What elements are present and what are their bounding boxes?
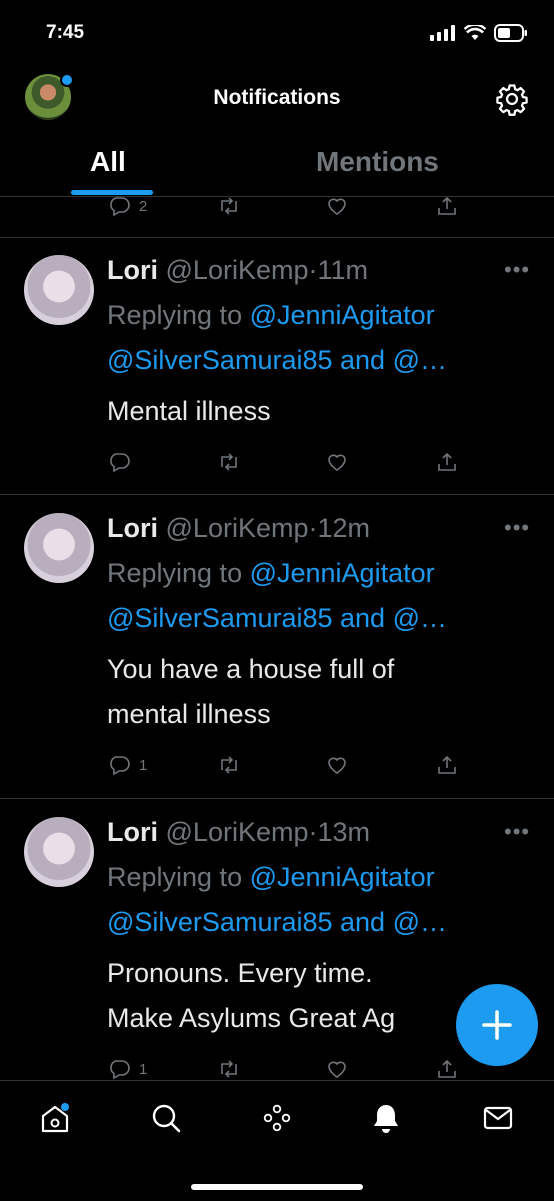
author-name[interactable]: Lori <box>107 255 158 285</box>
replying-to-more: @SilverSamurai85 and @… <box>107 345 447 376</box>
share-icon <box>438 755 456 774</box>
avatar[interactable] <box>24 255 94 325</box>
replying-to-more: @SilverSamurai85 and @… <box>107 907 447 938</box>
like-action[interactable] <box>325 753 349 777</box>
mention-link[interactable]: @SilverSamurai85 <box>107 603 333 633</box>
page-title: Notifications <box>213 86 341 109</box>
tweet-time: 11m <box>317 255 369 285</box>
search-icon[interactable] <box>146 1098 186 1138</box>
tweet-header: Lori @LoriKemp·13m <box>107 817 370 848</box>
author-handle[interactable]: @LoriKemp <box>166 817 309 847</box>
retweet-icon <box>221 197 237 215</box>
tweet-text: Mental illness <box>107 396 271 426</box>
compose-button[interactable] <box>456 984 538 1066</box>
author-handle[interactable]: @LoriKemp <box>166 513 309 543</box>
tweet-time: 12m <box>317 513 371 543</box>
replying-prefix: Replying to <box>107 862 250 892</box>
reply-count: 1 <box>139 1060 148 1078</box>
reply-icon <box>110 453 130 473</box>
tweet-text-line-2: Make Asylums Great Ag <box>107 1003 396 1033</box>
battery-icon <box>494 24 527 42</box>
retweet-action[interactable] <box>217 194 241 218</box>
wifi-icon <box>464 25 486 40</box>
retweet-action[interactable] <box>217 450 241 474</box>
mention-link[interactable]: @JenniAgitator <box>250 862 435 892</box>
like-icon <box>328 198 346 215</box>
like-icon <box>328 757 346 774</box>
like-action[interactable] <box>325 450 349 474</box>
reply-action[interactable]: 1 <box>107 1057 147 1081</box>
reply-count: 2 <box>139 197 148 215</box>
tab-mentions[interactable]: Mentions <box>316 146 439 178</box>
mention-more-link[interactable]: @… <box>393 907 447 937</box>
mention-more-link[interactable]: @… <box>393 603 447 633</box>
tweet-text-line-1: You have a house full of <box>107 654 395 684</box>
home-indicator <box>191 1184 363 1190</box>
mention-link[interactable]: @JenniAgitator <box>250 558 435 588</box>
mention-link[interactable]: @JenniAgitator <box>250 300 435 330</box>
mention-and: and <box>332 345 393 375</box>
tweet-header: Lori @LoriKemp·11m <box>107 255 368 286</box>
avatar[interactable] <box>24 817 94 887</box>
home-icon[interactable] <box>35 1098 75 1138</box>
status-bar: 7:45 <box>0 0 554 66</box>
reply-icon <box>110 197 130 217</box>
retweet-icon <box>221 756 237 774</box>
tab-bar: All Mentions <box>0 138 554 197</box>
reply-icon <box>110 1060 130 1080</box>
share-icon <box>438 196 456 215</box>
author-name[interactable]: Lori <box>107 513 158 543</box>
mention-and: and <box>332 603 393 633</box>
replying-to: Replying to @JenniAgitator <box>107 558 435 589</box>
replying-to-more: @SilverSamurai85 and @… <box>107 603 447 634</box>
replying-prefix: Replying to <box>107 300 250 330</box>
reply-icon <box>110 756 130 776</box>
replying-prefix: Replying to <box>107 558 250 588</box>
reply-action[interactable]: 1 <box>107 753 147 777</box>
spaces-icon[interactable] <box>257 1098 297 1138</box>
reply-count: 1 <box>139 756 148 774</box>
retweet-action[interactable] <box>217 753 241 777</box>
signal-icon <box>430 25 455 41</box>
more-icon[interactable]: ••• <box>504 819 530 845</box>
retweet-icon <box>221 1060 237 1078</box>
like-action[interactable] <box>325 1057 349 1081</box>
more-icon[interactable]: ••• <box>504 515 530 541</box>
author-name[interactable]: Lori <box>107 817 158 847</box>
like-icon <box>328 1061 346 1078</box>
mail-icon[interactable] <box>478 1098 518 1138</box>
notification-tweet[interactable]: Lori @LoriKemp·11m ••• Replying to @Jenn… <box>0 237 554 495</box>
status-time: 7:45 <box>46 22 85 43</box>
share-action[interactable] <box>435 753 459 777</box>
compose-icon <box>482 1010 512 1040</box>
avatar-notification-dot <box>60 73 74 87</box>
like-action[interactable] <box>325 194 349 218</box>
bell-icon[interactable] <box>366 1098 406 1138</box>
replying-to: Replying to @JenniAgitator <box>107 862 435 893</box>
gear-icon[interactable] <box>495 82 529 116</box>
notification-tweet[interactable]: Lori @LoriKemp·12m ••• Replying to @Jenn… <box>0 495 554 799</box>
tab-all[interactable]: All <box>90 146 126 178</box>
retweet-icon <box>221 453 237 471</box>
retweet-action[interactable] <box>217 1057 241 1081</box>
author-handle[interactable]: @LoriKemp <box>166 255 309 285</box>
mention-and: and <box>332 907 393 937</box>
like-icon <box>328 454 346 471</box>
reply-action[interactable] <box>107 450 139 474</box>
tweet-text-line-2: mental illness <box>107 699 271 729</box>
mention-link[interactable]: @SilverSamurai85 <box>107 907 333 937</box>
share-action[interactable] <box>435 450 459 474</box>
tweet-text-line-1: Pronouns. Every time. <box>107 958 373 988</box>
previous-tweet: 2 <box>0 196 554 238</box>
reply-action[interactable]: 2 <box>107 194 147 218</box>
mention-link[interactable]: @SilverSamurai85 <box>107 345 333 375</box>
more-icon[interactable]: ••• <box>504 257 530 283</box>
avatar[interactable] <box>24 513 94 583</box>
tweet-header: Lori @LoriKemp·12m <box>107 513 370 544</box>
share-action[interactable] <box>435 194 459 218</box>
replying-to: Replying to @JenniAgitator <box>107 300 435 331</box>
share-icon <box>438 452 456 471</box>
mention-more-link[interactable]: @… <box>393 345 447 375</box>
tweet-time: 13m <box>317 817 371 847</box>
